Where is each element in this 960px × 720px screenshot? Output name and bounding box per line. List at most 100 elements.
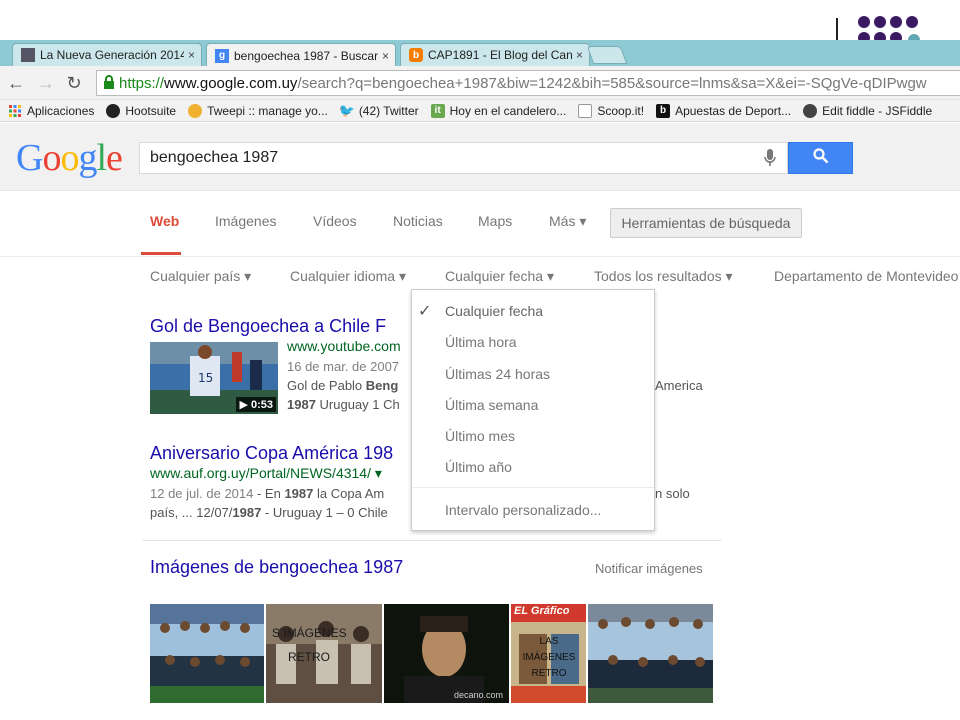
bookmark-label: Tweepi :: manage yo...	[207, 103, 328, 118]
images-section-title[interactable]: Imágenes de bengoechea 1987	[150, 557, 403, 578]
bookmark-label: (42) Twitter	[358, 103, 419, 118]
date-option-month[interactable]: Último mes	[445, 428, 515, 444]
bookmark-jsfiddle[interactable]: Edit fiddle - JSFiddle	[803, 103, 932, 118]
bookmark-candelero[interactable]: it Hoy en el candelero...	[430, 103, 567, 118]
reload-button[interactable]: ↻	[62, 71, 86, 95]
image-result[interactable]	[588, 604, 713, 703]
tab-imagenes[interactable]: Imágenes	[215, 213, 276, 229]
bookmark-label: Aplicaciones	[27, 103, 95, 118]
result-snippet: 12 de jul. de 2014 - En 1987 la Copa Am	[150, 486, 385, 501]
bird-icon	[188, 103, 203, 118]
microphone-icon[interactable]	[753, 149, 787, 167]
filter-language[interactable]: Cualquier idioma ▾	[290, 268, 406, 285]
twitter-icon: 🐦	[338, 102, 355, 118]
address-bar[interactable]: https://www.google.com.uy/search?q=bengo…	[96, 70, 960, 96]
google-header: Google bengoechea 1987	[0, 123, 960, 191]
result-snippet: Gol de Pablo Beng	[287, 378, 399, 393]
filter-results[interactable]: Todos los resultados ▾	[594, 268, 733, 285]
dot	[890, 16, 902, 28]
date-option-year[interactable]: Último año	[445, 459, 512, 475]
date-option-custom-range[interactable]: Intervalo personalizado...	[445, 502, 601, 518]
image-result[interactable]: S IMÁGENES RETRO	[266, 604, 382, 703]
result-url[interactable]: www.auf.org.uy/Portal/NEWS/4314/ ▾	[150, 465, 382, 482]
tab-google-search[interactable]: g bengoechea 1987 - Buscar ×	[206, 43, 396, 67]
date-filter-dropdown: ✓ Cualquier fecha Última hora Últimas 24…	[411, 289, 655, 531]
bookmark-aplicaciones[interactable]: Aplicaciones	[8, 104, 94, 118]
photo-favicon-icon	[21, 48, 35, 62]
checkmark-icon: ✓	[418, 303, 432, 320]
bookmark-scoopit[interactable]: Scoop.it!	[578, 103, 645, 118]
date-option-any[interactable]: Cualquier fecha	[445, 303, 543, 319]
tab-videos[interactable]: Vídeos	[313, 213, 357, 229]
url-host: www.google.com.uy	[164, 74, 298, 92]
lock-icon	[103, 74, 119, 92]
svg-text:15: 15	[198, 371, 213, 385]
blogger-favicon-icon: b	[409, 48, 423, 62]
top-area	[0, 0, 960, 40]
forward-button[interactable]: →	[34, 71, 58, 95]
date-option-24h[interactable]: Últimas 24 horas	[445, 366, 550, 382]
result-snippet-line2: 1987 Uruguay 1 Ch	[287, 397, 400, 412]
bookmark-label: Hootsuite	[125, 103, 177, 118]
bookmark-twitter[interactable]: 🐦 (42) Twitter	[338, 102, 419, 118]
image-watermark-text: LAS IMÁGENES RETRO	[522, 636, 576, 679]
image-result[interactable]: EL Gráfico LAS IMÁGENES RETRO	[511, 604, 586, 703]
tab-mas[interactable]: Más ▾	[549, 213, 586, 230]
google-favicon-icon: g	[215, 48, 229, 63]
filter-country[interactable]: Cualquier país ▾	[150, 268, 251, 285]
owl-icon	[106, 103, 121, 118]
dropdown-separator	[412, 487, 654, 488]
apps-grid-icon	[8, 104, 22, 118]
search-tools-button[interactable]: Herramientas de búsqueda	[610, 208, 802, 238]
cloud-icon	[803, 103, 818, 118]
bookmark-hootsuite[interactable]: Hootsuite	[106, 103, 177, 118]
logo-letter: g	[78, 137, 97, 179]
active-tab-underline	[141, 252, 181, 255]
filter-location[interactable]: Departamento de Montevideo	[774, 268, 958, 284]
result-snippet-right: n solo	[655, 486, 690, 501]
search-icon	[812, 147, 829, 169]
result-url: www.youtube.com	[287, 338, 401, 354]
tab-strip: La Nueva Generación 2014 × g bengoechea …	[0, 40, 960, 67]
date-option-week[interactable]: Última semana	[445, 397, 538, 413]
tab-title: La Nueva Generación 2014	[40, 48, 184, 62]
result-title[interactable]: Aniversario Copa América 198	[150, 443, 393, 464]
result-snippet-line2: país, ... 12/07/1987 - Uruguay 1 – 0 Chi…	[150, 505, 388, 520]
tab-title: CAP1891 - El Blog del Canario	[428, 48, 572, 62]
date-option-hour[interactable]: Última hora	[445, 334, 517, 350]
close-icon[interactable]: ×	[576, 48, 583, 62]
bookmark-tweepi[interactable]: Tweepi :: manage yo...	[188, 103, 328, 118]
page-icon	[578, 103, 593, 118]
section-divider	[142, 540, 722, 541]
close-icon[interactable]: ×	[188, 48, 195, 62]
image-watermark-text: S IMÁGENES	[272, 626, 347, 640]
bookmarks-bar: Aplicaciones Hootsuite Tweepi :: manage …	[0, 100, 960, 122]
logo-letter: G	[16, 137, 43, 179]
filter-date[interactable]: Cualquier fecha ▾	[445, 268, 554, 285]
b-logo-icon: b	[656, 103, 671, 118]
close-icon[interactable]: ×	[382, 49, 389, 63]
google-logo[interactable]: Google	[16, 136, 123, 180]
logo-letter: e	[106, 137, 123, 179]
back-button[interactable]: ←	[4, 71, 28, 95]
tab-cap1891-blog[interactable]: b CAP1891 - El Blog del Canario ×	[400, 43, 590, 66]
bookmark-label: Scoop.it!	[597, 103, 645, 118]
bookmark-apuestas[interactable]: b Apuestas de Deport...	[656, 103, 791, 118]
tab-la-nueva-generacion[interactable]: La Nueva Generación 2014 ×	[12, 43, 202, 66]
tab-title: bengoechea 1987 - Buscar	[234, 48, 378, 63]
search-query: bengoechea 1987	[150, 149, 279, 166]
search-input[interactable]: bengoechea 1987	[139, 142, 788, 174]
tab-web[interactable]: Web	[150, 213, 179, 229]
new-tab-button[interactable]	[586, 46, 628, 64]
search-button[interactable]	[788, 142, 853, 174]
image-result[interactable]	[150, 604, 264, 703]
image-result[interactable]: decano.com	[384, 604, 509, 703]
tab-maps[interactable]: Maps	[478, 213, 512, 229]
video-thumbnail[interactable]: 15 ▶ 0:53	[150, 342, 278, 414]
report-images-link[interactable]: Notificar imágenes	[595, 561, 703, 576]
bookmark-label: Hoy en el candelero...	[449, 103, 567, 118]
it-icon: it	[430, 103, 445, 118]
logo-letter: o	[42, 137, 61, 179]
tab-noticias[interactable]: Noticias	[393, 213, 443, 229]
result-title[interactable]: Gol de Bengoechea a Chile F	[150, 316, 386, 337]
